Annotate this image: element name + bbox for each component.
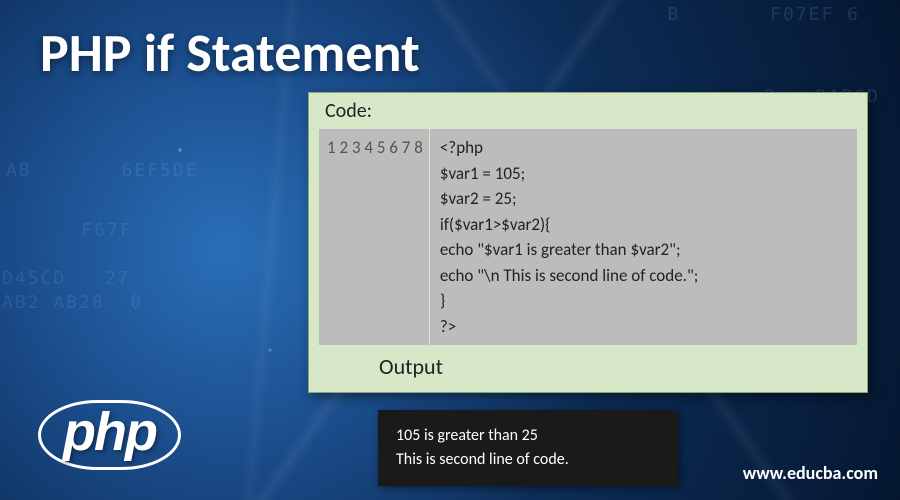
hex-decor: AB 6EF5DE [6, 160, 199, 181]
line-number-gutter: 1 2 3 4 5 6 7 8 [319, 129, 430, 345]
output-box: 105 is greater than 25 This is second li… [378, 410, 678, 486]
hex-decor: AB2 AB28 0 [2, 292, 143, 313]
code-panel: Code: 1 2 3 4 5 6 7 8 <?php $var1 = 105;… [308, 92, 868, 393]
code-lines: <?php $var1 = 105; $var2 = 25; if($var1>… [430, 129, 708, 345]
code-label: Code: [309, 99, 867, 129]
hex-decor: B F07EF 6 [667, 4, 860, 25]
page-title: PHP if Statement [40, 20, 420, 86]
site-url: www.educba.com [743, 462, 878, 484]
code-block: 1 2 3 4 5 6 7 8 <?php $var1 = 105; $var2… [319, 129, 857, 345]
hex-decor: D45CD 27 [2, 268, 130, 289]
php-logo: php [38, 400, 181, 470]
hex-decor: F67F [30, 220, 133, 241]
output-label: Output [309, 345, 867, 380]
